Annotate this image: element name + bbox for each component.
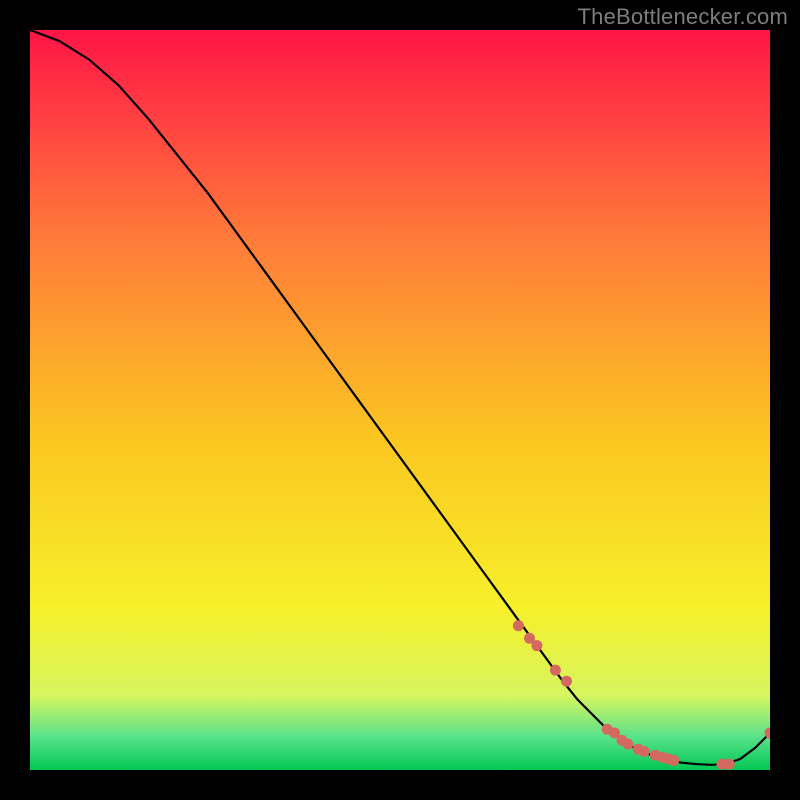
marker-point [550,665,561,676]
marker-point [668,755,679,766]
gradient-background [30,30,770,770]
chart-container: TheBottlenecker.com [0,0,800,800]
marker-point [639,746,650,757]
plot-area [30,30,770,770]
marker-point [622,739,633,750]
marker-point [561,676,572,687]
marker-point [513,620,524,631]
marker-point [724,759,735,770]
watermark-text: TheBottlenecker.com [578,4,788,30]
marker-point [531,640,542,651]
chart-svg [30,30,770,770]
